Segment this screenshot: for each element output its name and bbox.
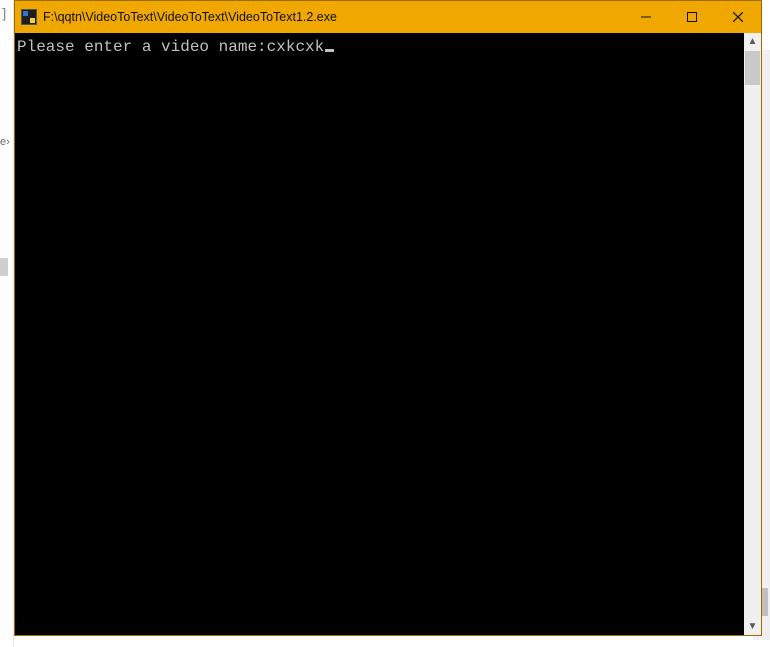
background-text-fragment: e›	[0, 135, 12, 149]
minimize-button[interactable]	[623, 1, 669, 33]
background-scroll-stub	[0, 258, 8, 276]
window-title: F:\qqtn\VideoToText\VideoToText\VideoToT…	[43, 10, 337, 24]
console-client-area[interactable]: Please enter a video name:cxkcxk ▲ ▼	[15, 33, 761, 635]
titlebar[interactable]: F:\qqtn\VideoToText\VideoToText\VideoToT…	[15, 1, 761, 33]
window-controls	[623, 1, 761, 33]
maximize-icon	[687, 12, 697, 22]
console-vertical-scrollbar[interactable]: ▲ ▼	[744, 33, 761, 635]
close-icon	[733, 12, 743, 22]
chevron-down-icon: ▼	[748, 621, 758, 632]
scroll-up-button[interactable]: ▲	[744, 33, 761, 50]
app-icon	[21, 9, 37, 25]
maximize-button[interactable]	[669, 1, 715, 33]
console-window: F:\qqtn\VideoToText\VideoToText\VideoToT…	[14, 0, 762, 636]
console-text-line: Please enter a video name:cxkcxk	[15, 37, 744, 57]
minimize-icon	[641, 12, 651, 22]
scroll-down-button[interactable]: ▼	[744, 618, 761, 635]
chevron-up-icon: ▲	[748, 36, 758, 47]
console-prompt: Please enter a video name:	[17, 38, 267, 56]
close-button[interactable]	[715, 1, 761, 33]
scroll-thumb[interactable]	[745, 51, 760, 85]
text-cursor-icon	[325, 49, 334, 52]
background-left-edge	[0, 0, 14, 647]
background-bracket-fragment: ]	[0, 6, 10, 24]
console-input-value[interactable]: cxkcxk	[267, 38, 325, 56]
